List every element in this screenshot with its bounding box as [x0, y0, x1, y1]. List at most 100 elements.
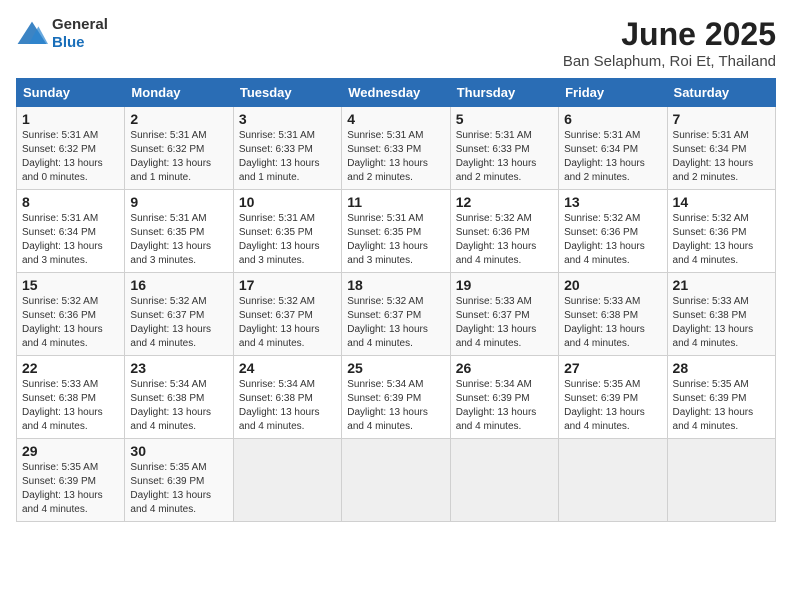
sunrise-value: 5:35 AM	[604, 379, 641, 390]
daylight-label: Daylight: 13 hours and 4 minutes.	[347, 324, 428, 349]
calendar-day-cell	[233, 439, 341, 522]
day-info: Sunrise: 5:31 AM Sunset: 6:32 PM Dayligh…	[130, 129, 227, 185]
sunrise-value: 5:31 AM	[712, 130, 749, 141]
sunrise-value: 5:32 AM	[712, 213, 749, 224]
sunset-value: 6:34 PM	[59, 227, 96, 238]
calendar-body: 1 Sunrise: 5:31 AM Sunset: 6:32 PM Dayli…	[17, 107, 776, 522]
calendar-week-row: 29 Sunrise: 5:35 AM Sunset: 6:39 PM Dayl…	[17, 439, 776, 522]
day-info: Sunrise: 5:31 AM Sunset: 6:35 PM Dayligh…	[347, 212, 444, 268]
daylight-label: Daylight: 13 hours and 4 minutes.	[22, 407, 103, 432]
day-info: Sunrise: 5:33 AM Sunset: 6:38 PM Dayligh…	[673, 295, 770, 351]
sunset-label: Sunset:	[564, 227, 601, 238]
logo-icon	[16, 20, 48, 48]
day-number: 22	[22, 360, 119, 376]
sunrise-label: Sunrise:	[673, 130, 712, 141]
sunrise-label: Sunrise:	[22, 462, 61, 473]
sunrise-label: Sunrise:	[22, 379, 61, 390]
sunrise-value: 5:32 AM	[387, 296, 424, 307]
calendar-day-cell: 6 Sunrise: 5:31 AM Sunset: 6:34 PM Dayli…	[559, 107, 667, 190]
daylight-label: Daylight: 13 hours and 2 minutes.	[673, 158, 754, 183]
day-number: 30	[130, 443, 227, 459]
day-number: 24	[239, 360, 336, 376]
calendar-header-cell: Sunday	[17, 79, 125, 107]
daylight-label: Daylight: 13 hours and 2 minutes.	[564, 158, 645, 183]
calendar-day-cell	[342, 439, 450, 522]
sunrise-label: Sunrise:	[347, 213, 386, 224]
daylight-label: Daylight: 13 hours and 4 minutes.	[130, 324, 211, 349]
calendar-day-cell: 27 Sunrise: 5:35 AM Sunset: 6:39 PM Dayl…	[559, 356, 667, 439]
sunset-value: 6:39 PM	[384, 393, 421, 404]
sunrise-label: Sunrise:	[564, 130, 603, 141]
sunrise-label: Sunrise:	[239, 130, 278, 141]
sunrise-label: Sunrise:	[673, 213, 712, 224]
sunset-value: 6:35 PM	[384, 227, 421, 238]
sunset-value: 6:37 PM	[167, 310, 204, 321]
day-number: 9	[130, 194, 227, 210]
sunrise-label: Sunrise:	[564, 379, 603, 390]
daylight-label: Daylight: 13 hours and 4 minutes.	[130, 407, 211, 432]
calendar-day-cell: 22 Sunrise: 5:33 AM Sunset: 6:38 PM Dayl…	[17, 356, 125, 439]
sunset-label: Sunset:	[239, 227, 276, 238]
calendar-day-cell: 20 Sunrise: 5:33 AM Sunset: 6:38 PM Dayl…	[559, 273, 667, 356]
daylight-label: Daylight: 13 hours and 4 minutes.	[22, 490, 103, 515]
calendar-day-cell: 11 Sunrise: 5:31 AM Sunset: 6:35 PM Dayl…	[342, 190, 450, 273]
calendar-header-cell: Tuesday	[233, 79, 341, 107]
sunset-value: 6:32 PM	[167, 144, 204, 155]
sunset-label: Sunset:	[239, 144, 276, 155]
sunrise-value: 5:35 AM	[712, 379, 749, 390]
sunset-label: Sunset:	[239, 310, 276, 321]
day-number: 4	[347, 111, 444, 127]
sunrise-label: Sunrise:	[564, 296, 603, 307]
calendar-day-cell: 28 Sunrise: 5:35 AM Sunset: 6:39 PM Dayl…	[667, 356, 775, 439]
daylight-label: Daylight: 13 hours and 1 minute.	[130, 158, 211, 183]
day-number: 3	[239, 111, 336, 127]
sunset-value: 6:38 PM	[709, 310, 746, 321]
calendar-day-cell: 14 Sunrise: 5:32 AM Sunset: 6:36 PM Dayl…	[667, 190, 775, 273]
sunset-value: 6:36 PM	[59, 310, 96, 321]
daylight-label: Daylight: 13 hours and 4 minutes.	[673, 324, 754, 349]
sunset-value: 6:37 PM	[492, 310, 529, 321]
sunrise-label: Sunrise:	[456, 130, 495, 141]
sunrise-value: 5:33 AM	[604, 296, 641, 307]
day-number: 6	[564, 111, 661, 127]
sunrise-label: Sunrise:	[22, 296, 61, 307]
calendar-day-cell: 4 Sunrise: 5:31 AM Sunset: 6:33 PM Dayli…	[342, 107, 450, 190]
day-number: 8	[22, 194, 119, 210]
calendar-day-cell: 1 Sunrise: 5:31 AM Sunset: 6:32 PM Dayli…	[17, 107, 125, 190]
sunrise-label: Sunrise:	[456, 379, 495, 390]
day-info: Sunrise: 5:31 AM Sunset: 6:34 PM Dayligh…	[22, 212, 119, 268]
sunset-label: Sunset:	[673, 144, 710, 155]
calendar-day-cell: 21 Sunrise: 5:33 AM Sunset: 6:38 PM Dayl…	[667, 273, 775, 356]
day-number: 15	[22, 277, 119, 293]
daylight-label: Daylight: 13 hours and 4 minutes.	[673, 241, 754, 266]
day-number: 21	[673, 277, 770, 293]
sunset-label: Sunset:	[130, 227, 167, 238]
daylight-label: Daylight: 13 hours and 4 minutes.	[564, 324, 645, 349]
day-number: 28	[673, 360, 770, 376]
day-number: 1	[22, 111, 119, 127]
page-subtitle: Ban Selaphum, Roi Et, Thailand	[563, 53, 776, 70]
daylight-label: Daylight: 13 hours and 3 minutes.	[347, 241, 428, 266]
day-info: Sunrise: 5:32 AM Sunset: 6:37 PM Dayligh…	[347, 295, 444, 351]
sunset-label: Sunset:	[673, 227, 710, 238]
daylight-label: Daylight: 13 hours and 4 minutes.	[22, 324, 103, 349]
day-number: 26	[456, 360, 553, 376]
day-info: Sunrise: 5:35 AM Sunset: 6:39 PM Dayligh…	[22, 461, 119, 517]
sunrise-label: Sunrise:	[673, 296, 712, 307]
sunrise-label: Sunrise:	[347, 379, 386, 390]
sunrise-label: Sunrise:	[22, 213, 61, 224]
calendar-week-row: 1 Sunrise: 5:31 AM Sunset: 6:32 PM Dayli…	[17, 107, 776, 190]
calendar-day-cell: 25 Sunrise: 5:34 AM Sunset: 6:39 PM Dayl…	[342, 356, 450, 439]
daylight-label: Daylight: 13 hours and 0 minutes.	[22, 158, 103, 183]
calendar-day-cell	[667, 439, 775, 522]
sunset-value: 6:39 PM	[709, 393, 746, 404]
day-info: Sunrise: 5:35 AM Sunset: 6:39 PM Dayligh…	[673, 378, 770, 434]
sunrise-value: 5:31 AM	[170, 213, 207, 224]
calendar-day-cell: 17 Sunrise: 5:32 AM Sunset: 6:37 PM Dayl…	[233, 273, 341, 356]
sunset-value: 6:34 PM	[709, 144, 746, 155]
sunrise-value: 5:31 AM	[278, 130, 315, 141]
daylight-label: Daylight: 13 hours and 2 minutes.	[456, 158, 537, 183]
day-number: 14	[673, 194, 770, 210]
day-info: Sunrise: 5:32 AM Sunset: 6:37 PM Dayligh…	[239, 295, 336, 351]
sunset-value: 6:37 PM	[384, 310, 421, 321]
